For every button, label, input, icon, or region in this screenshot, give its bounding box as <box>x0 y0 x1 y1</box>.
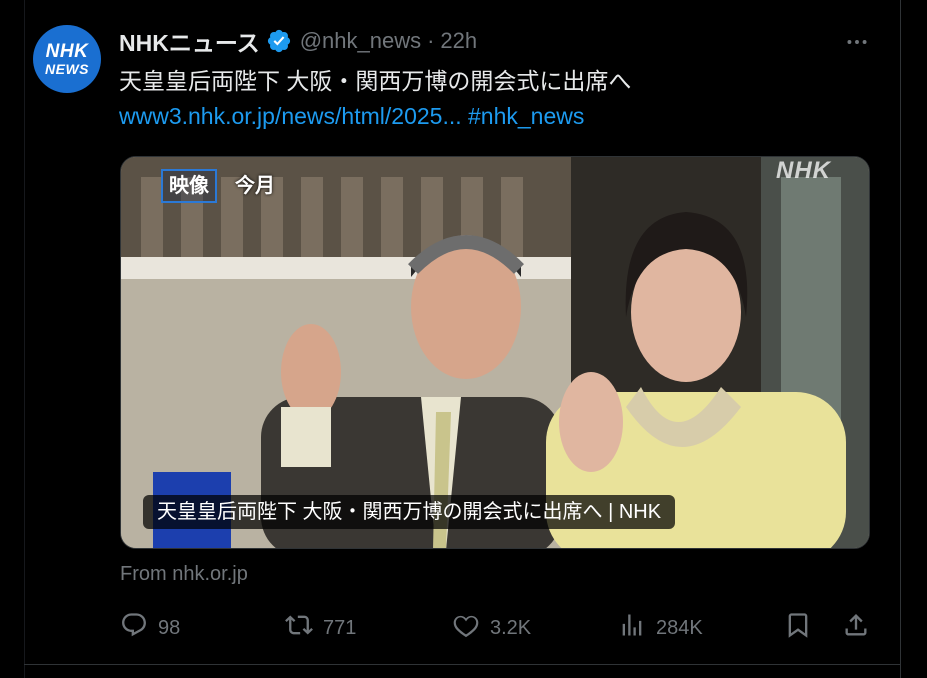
tweet-header: NHKニュース @nhk_news · 22h <box>119 26 477 56</box>
hashtag-link[interactable]: #nhk_news <box>468 103 584 129</box>
article-link[interactable]: www3.nhk.or.jp/news/html/2025... <box>119 103 462 129</box>
news-photo <box>121 157 869 548</box>
display-name[interactable]: NHKニュース <box>119 24 260 58</box>
tweet-links: www3.nhk.or.jp/news/html/2025... #nhk_ne… <box>119 99 584 134</box>
link-card-media[interactable]: 映像 今月 NHK 天皇皇后両陛下 大阪・関西万博の開会式に出席へ | NHK <box>120 156 870 549</box>
timeline-border-right <box>900 0 901 678</box>
handle[interactable]: @nhk_news <box>300 28 421 54</box>
header-separator: · <box>427 28 435 53</box>
views-button[interactable]: 284K <box>618 610 703 646</box>
action-bar: 98 771 3.2K 284K <box>120 610 872 646</box>
footage-tag: 映像 <box>161 169 217 203</box>
avatar-logo-subtext: NEWS <box>45 60 89 77</box>
share-icon <box>842 611 870 645</box>
like-count: 3.2K <box>490 616 532 639</box>
repost-count: 771 <box>323 616 357 639</box>
link-card-title: 天皇皇后両陛下 大阪・関西万博の開会式に出席へ | NHK <box>143 495 676 529</box>
avatar-logo-text: NHK <box>45 40 89 62</box>
avatar[interactable]: NHK NEWS <box>33 25 101 93</box>
share-button[interactable] <box>842 610 870 646</box>
bookmark-button[interactable] <box>784 610 812 646</box>
views-icon <box>618 611 646 645</box>
footage-date-tag: 今月 <box>235 175 275 197</box>
verified-badge-icon[interactable] <box>266 28 292 54</box>
more-options-icon[interactable] <box>843 28 871 56</box>
link-source[interactable]: From nhk.or.jp <box>120 560 248 588</box>
tweet-text: 天皇皇后両陛下 大阪・関西万博の開会式に出席へ <box>119 68 632 94</box>
repost-button[interactable]: 771 <box>285 610 356 646</box>
reply-count: 98 <box>158 616 181 639</box>
bookmark-icon <box>784 611 812 645</box>
tweet-divider <box>24 664 901 665</box>
views-count: 284K <box>656 616 703 639</box>
timeline-border-left <box>24 0 25 678</box>
reply-button[interactable]: 98 <box>120 610 180 646</box>
like-button[interactable]: 3.2K <box>452 610 531 646</box>
reply-icon <box>120 611 148 645</box>
heart-icon <box>452 611 480 645</box>
repost-icon <box>285 611 313 645</box>
nhk-watermark: NHK <box>776 157 831 184</box>
timestamp[interactable]: 22h <box>440 28 477 54</box>
